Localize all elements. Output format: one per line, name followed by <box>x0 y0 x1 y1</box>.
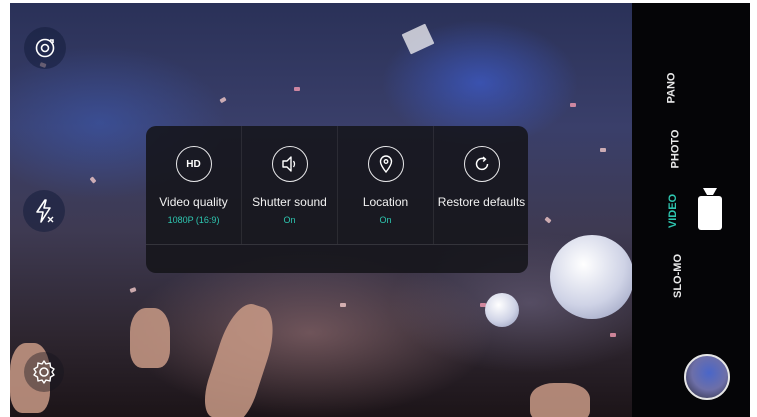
confetti <box>129 287 137 293</box>
mode-photo[interactable]: PHOTO <box>669 130 681 169</box>
confetti <box>610 333 616 337</box>
hd-icon: HD <box>175 146 212 182</box>
mode-slo-mo[interactable]: SLO-MO <box>672 254 684 298</box>
shutter-sound-value: On <box>283 215 296 225</box>
switch-camera-icon <box>35 38 55 58</box>
gear-icon <box>33 360 55 384</box>
shutter-sound-setting[interactable]: Shutter sound On <box>242 126 337 244</box>
shutter-sound-label: Shutter sound <box>252 195 327 209</box>
flash-toggle-button[interactable] <box>23 190 65 232</box>
video-quality-value: 1080P (16:9) <box>167 215 220 225</box>
screen-edge <box>750 0 757 417</box>
mode-pano[interactable]: PANO <box>665 73 677 104</box>
switch-camera-button[interactable] <box>24 27 66 69</box>
restore-icon <box>463 146 500 182</box>
restore-defaults-label: Restore defaults <box>437 195 526 209</box>
location-pin-icon <box>367 146 404 182</box>
confetti <box>340 303 346 307</box>
confetti <box>219 96 227 104</box>
confetti <box>294 87 300 91</box>
video-quality-label: Video quality <box>159 195 228 209</box>
gallery-thumbnail[interactable] <box>684 354 730 400</box>
mode-video[interactable]: VIDEO <box>667 194 679 228</box>
confetti <box>89 176 97 184</box>
location-setting[interactable]: Location On <box>338 126 433 244</box>
location-value: On <box>379 215 392 225</box>
video-camera-icon <box>698 188 722 230</box>
flash-off-icon <box>36 199 54 223</box>
camera-mode-bar <box>632 3 750 417</box>
confetti <box>600 148 606 152</box>
speaker-icon <box>271 146 308 182</box>
balloon <box>485 293 519 327</box>
raised-hand <box>130 308 170 368</box>
settings-button[interactable] <box>24 352 64 392</box>
divider <box>146 244 528 245</box>
confetti <box>544 216 552 224</box>
settings-panel: HD Video quality 1080P (16:9) Shutter so… <box>146 126 528 273</box>
restore-defaults-setting[interactable]: Restore defaults <box>434 126 529 244</box>
confetti <box>401 23 435 55</box>
raised-hand <box>197 298 283 417</box>
balloon <box>550 235 632 319</box>
video-quality-setting[interactable]: HD Video quality 1080P (16:9) <box>146 126 241 244</box>
record-button[interactable] <box>696 186 724 232</box>
confetti <box>570 103 576 107</box>
location-label: Location <box>362 195 409 209</box>
raised-hand <box>530 383 590 417</box>
camera-screen: HD Video quality 1080P (16:9) Shutter so… <box>0 0 757 417</box>
